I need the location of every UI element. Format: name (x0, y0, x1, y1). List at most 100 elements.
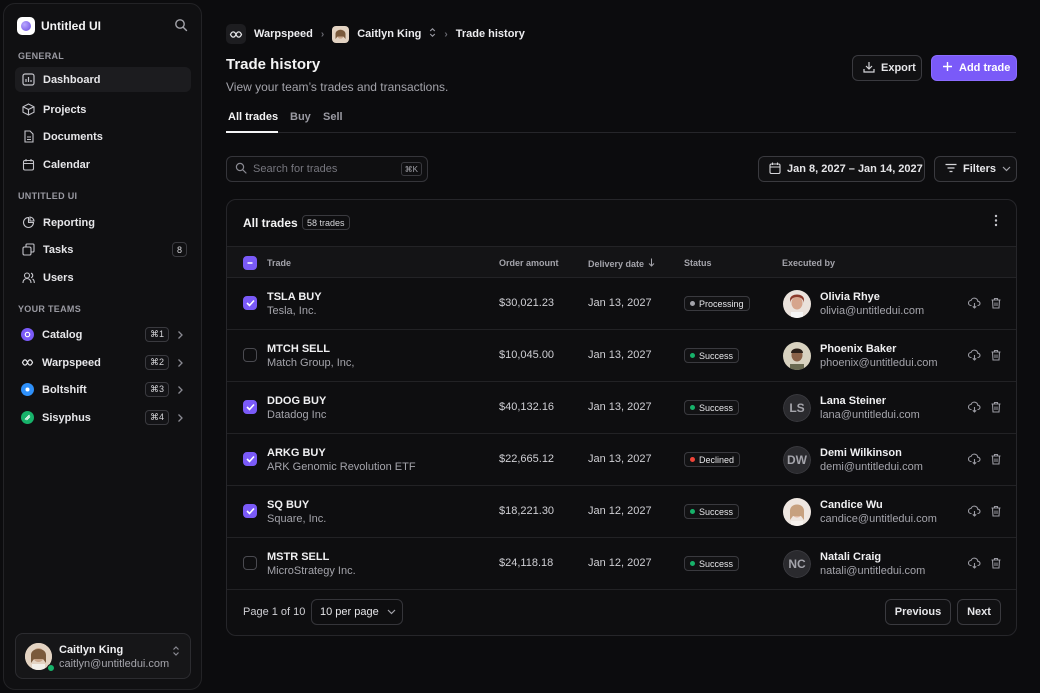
sidebar-item-documents[interactable]: Documents (15, 124, 191, 149)
calendar-icon (769, 162, 781, 177)
row-checkbox[interactable] (243, 348, 257, 362)
column-header-executed-by[interactable]: Executed by (782, 258, 835, 268)
download-cloud-icon[interactable] (967, 557, 981, 569)
breadcrumb-current-page[interactable]: Trade history (456, 28, 525, 40)
tab-all-trades[interactable]: All trades (228, 111, 278, 123)
table-row[interactable]: SQ BUY Square, Inc. $18,221.30 Jan 12, 2027… (227, 486, 1016, 538)
chevron-right-icon[interactable] (176, 357, 184, 371)
status-label: Success (699, 506, 734, 517)
users-icon (21, 271, 35, 285)
executor-email: natali@untitledui.com (820, 565, 926, 577)
order-amount: $24,118.18 (499, 557, 554, 569)
tab-sell[interactable]: Sell (323, 111, 343, 123)
chevron-selector-icon[interactable] (172, 645, 180, 660)
row-checkbox[interactable] (243, 296, 257, 310)
order-amount: $30,021.23 (499, 297, 555, 309)
sidebar-item-team-warpspeed[interactable]: Warpspeed ⌘2 (15, 350, 191, 375)
column-header-amount[interactable]: Order amount (499, 258, 559, 268)
chevron-right-icon[interactable] (176, 329, 184, 343)
more-vertical-icon[interactable] (994, 214, 998, 230)
trash-icon[interactable] (990, 505, 1002, 517)
trades-table: All trades 58 trades Trade Order amount … (226, 199, 1017, 636)
table-row[interactable]: TSLA BUY Tesla, Inc. $30,021.23 Jan 13, 202… (227, 278, 1016, 330)
table-row[interactable]: MSTR SELL MicroStrategy Inc. $24,118.18 Jan… (227, 538, 1016, 590)
column-header-status[interactable]: Status (684, 258, 712, 268)
sidebar-item-team-catalog[interactable]: Catalog ⌘1 (15, 322, 191, 347)
status-badge: Success (684, 556, 740, 571)
per-page-value: 10 per page (320, 606, 379, 618)
trash-icon[interactable] (990, 349, 1002, 361)
breadcrumb-user[interactable]: Caitlyn King (357, 28, 421, 40)
sidebar-item-users[interactable]: Users (15, 265, 191, 290)
column-header-trade[interactable]: Trade (267, 258, 291, 268)
filters-button[interactable]: Filters (934, 156, 1017, 182)
sidebar-item-tasks[interactable]: Tasks 8 (15, 237, 191, 262)
section-general-label: GENERAL (18, 51, 65, 61)
chevron-selector-icon[interactable] (429, 27, 436, 41)
add-trade-button-label: Add trade (959, 62, 1011, 74)
table-row[interactable]: DDOG BUY Datadog Inc $40,132.16 Jan 13, 202… (227, 382, 1016, 434)
download-cloud-icon[interactable] (967, 401, 981, 413)
sidebar-item-projects[interactable]: Projects (15, 97, 191, 122)
search-icon[interactable] (174, 18, 188, 32)
download-cloud-icon[interactable] (967, 453, 981, 465)
executor-name: Phoenix Baker (820, 343, 897, 355)
trash-icon[interactable] (990, 401, 1002, 413)
date-range-picker[interactable]: Jan 8, 2027 – Jan 14, 2027 (758, 156, 925, 182)
breadcrumb-team[interactable]: Warpspeed (254, 28, 313, 40)
brand[interactable]: Untitled UI (17, 17, 101, 35)
row-checkbox[interactable] (243, 400, 257, 414)
tab-buy[interactable]: Buy (290, 111, 311, 123)
avatar-initials: DW (783, 446, 811, 474)
sidebar-item-team-sisyphus[interactable]: Sisyphus ⌘4 (15, 405, 191, 430)
next-page-button[interactable]: Next (957, 599, 1001, 625)
table-title: All trades (243, 216, 298, 230)
page-title: Trade history (226, 56, 321, 73)
export-button[interactable]: Export (852, 55, 922, 81)
per-page-select[interactable]: 10 per page (311, 599, 403, 625)
warpspeed-logo-icon (21, 356, 34, 369)
account-card[interactable]: Caitlyn King caitlyn@untitledui.com (15, 633, 191, 679)
column-header-delivery-date[interactable]: Delivery date (588, 258, 655, 269)
delivery-date: Jan 13, 2027 (588, 297, 652, 309)
row-checkbox[interactable] (243, 556, 257, 570)
table-row[interactable]: MTCH SELL Match Group, Inc, $10,045.00 Jan … (227, 330, 1016, 382)
download-cloud-icon[interactable] (967, 505, 981, 517)
chevron-right-icon[interactable] (176, 384, 184, 398)
status-badge: Processing (684, 296, 750, 311)
arrow-down-icon (648, 258, 655, 269)
avatar (332, 25, 350, 43)
select-all-checkbox[interactable] (243, 256, 257, 270)
trash-icon[interactable] (990, 453, 1002, 465)
search-placeholder: Search for trades (253, 163, 338, 175)
status-label: Success (699, 350, 734, 361)
trash-icon[interactable] (990, 297, 1002, 309)
executor-name: Natali Craig (820, 551, 882, 563)
executor-email: olivia@untitledui.com (820, 305, 925, 317)
previous-page-button[interactable]: Previous (885, 599, 951, 625)
trade-name: SQ BUY (267, 499, 310, 511)
avatar-initials: LS (783, 394, 811, 422)
status-dot (690, 561, 695, 566)
sidebar-item-dashboard[interactable]: Dashboard (15, 67, 191, 92)
page-subtitle: View your team’s trades and transactions… (226, 80, 449, 94)
chevron-right-icon[interactable] (176, 412, 184, 426)
search-icon (235, 162, 247, 177)
sidebar-item-team-boltshift[interactable]: Boltshift ⌘3 (15, 377, 191, 402)
trash-icon[interactable] (990, 557, 1002, 569)
executor-email: demi@untitledui.com (820, 461, 923, 473)
sidebar-item-calendar[interactable]: Calendar (15, 152, 191, 177)
tasks-count-badge: 8 (171, 242, 187, 257)
delivery-date: Jan 13, 2027 (588, 453, 652, 465)
download-cloud-icon[interactable] (967, 297, 981, 309)
delivery-date: Jan 12, 2027 (588, 505, 652, 517)
avatar (783, 498, 811, 526)
add-trade-button[interactable]: Add trade (931, 55, 1017, 81)
table-row[interactable]: ARKG BUY ARK Genomic Revolution ETF $22,66… (227, 434, 1016, 486)
row-checkbox[interactable] (243, 504, 257, 518)
search-input[interactable]: Search for trades ⌘K (226, 156, 428, 182)
row-checkbox[interactable] (243, 452, 257, 466)
download-cloud-icon[interactable] (967, 349, 981, 361)
pie-chart-icon (21, 216, 35, 230)
sidebar-item-reporting[interactable]: Reporting (15, 210, 191, 235)
